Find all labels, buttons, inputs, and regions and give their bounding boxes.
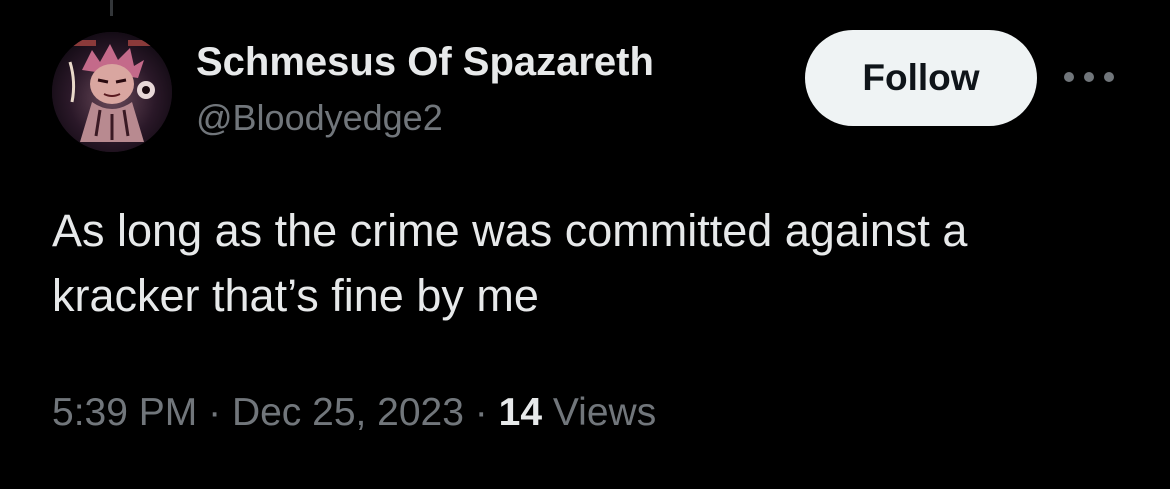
views-count[interactable]: 14 xyxy=(499,391,542,434)
thread-connector-line xyxy=(110,0,113,16)
views-label[interactable]: Views xyxy=(553,391,656,434)
author-display-name[interactable]: Schmesus Of Spazareth xyxy=(196,38,654,86)
more-horizontal-icon xyxy=(1064,72,1114,82)
avatar[interactable] xyxy=(52,32,172,152)
tweet-text-line: kracker that’s fine by me xyxy=(52,270,539,321)
tweet-meta: 5:39 PM · Dec 25, 2023 · 14 Views xyxy=(52,386,656,440)
tweet-time[interactable]: 5:39 PM xyxy=(52,391,197,434)
tweet-text-line: As long as the crime was committed again… xyxy=(52,205,968,256)
more-options-button[interactable] xyxy=(1062,62,1116,92)
tweet-date[interactable]: Dec 25, 2023 xyxy=(232,391,464,434)
meta-separator: · xyxy=(474,391,488,434)
meta-separator: · xyxy=(208,391,222,434)
anime-character-avatar-icon xyxy=(52,32,172,152)
author-handle[interactable]: @Bloodyedge2 xyxy=(196,96,443,140)
tweet-text: As long as the crime was committed again… xyxy=(52,198,1142,328)
follow-button[interactable]: Follow xyxy=(805,30,1037,126)
